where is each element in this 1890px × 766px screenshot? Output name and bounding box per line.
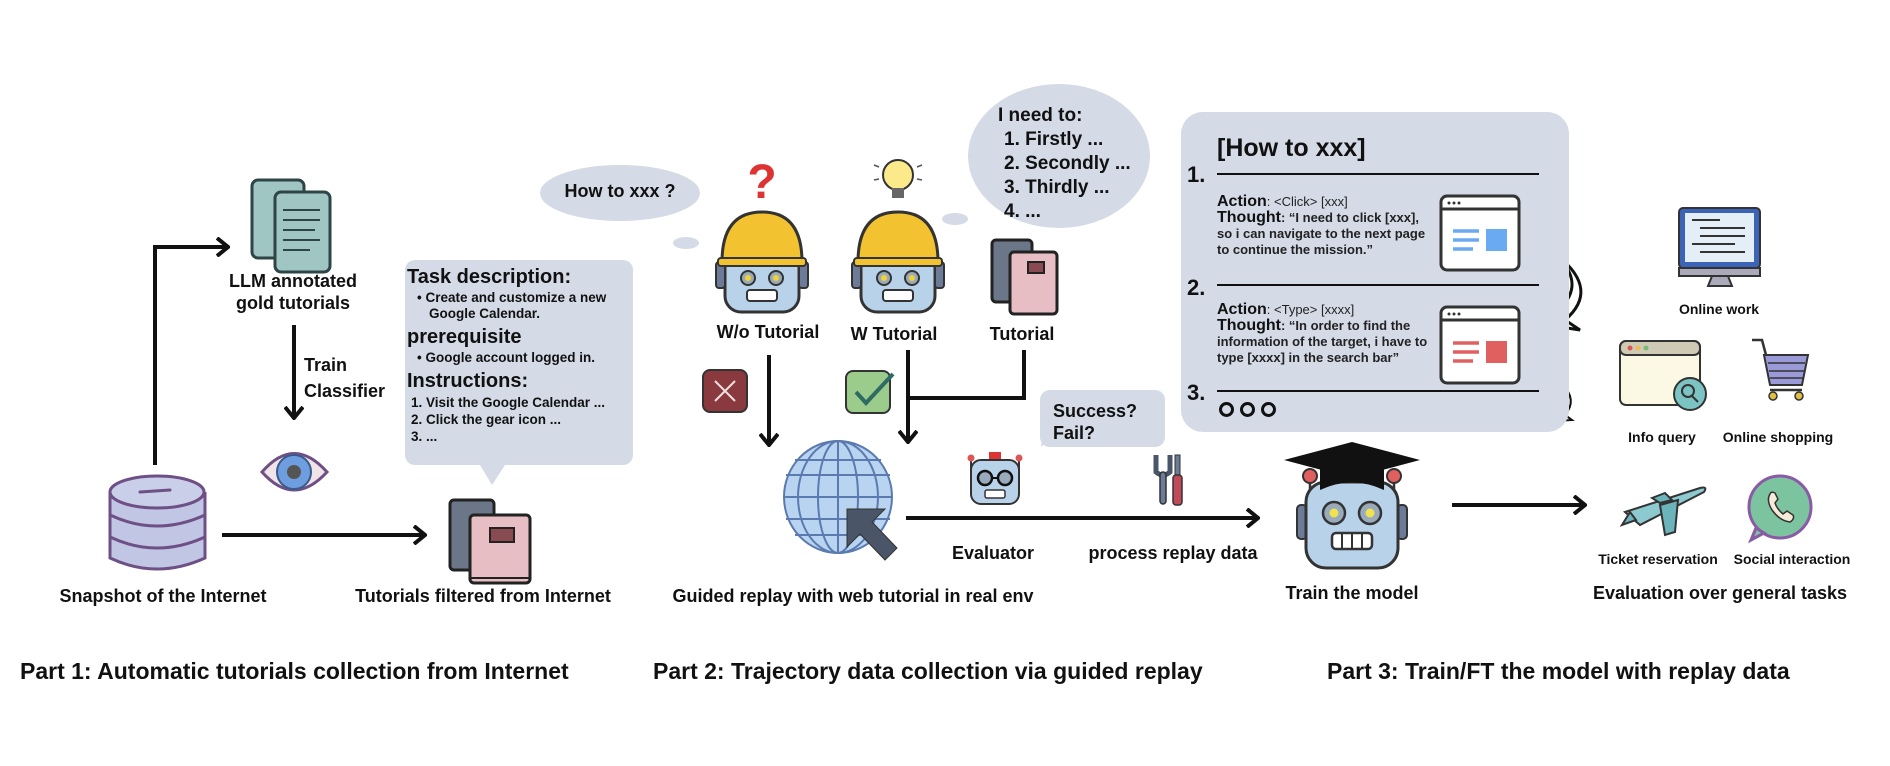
train-classifier-label-line2: Classifier [304,381,386,401]
train-classifier-label-line1: Train [304,355,348,375]
tutorial-books-icon [990,238,1059,316]
task-item: • Create and customize a new Google Cale… [417,290,607,321]
guided-replay-label: Guided replay with web tutorial in real … [672,586,1034,606]
with-tutorial-label: W Tutorial [850,324,938,344]
process-replay-label: process replay data [1088,543,1258,563]
plan-step: 1. Firstly ... [1004,129,1104,150]
train-model-label: Train the model [1285,583,1419,603]
step-1-content: Action: <Click> [xxx] Thought: “I need t… [1217,193,1426,258]
evaluator-label: Evaluator [951,543,1035,563]
instruction-item: 1. Visit the Google Calendar ... [411,395,606,410]
connector-tutorial [910,350,1026,400]
step-divider [1217,390,1539,392]
part2-title: Part 2: Trajectory data collection via g… [653,658,1203,684]
prereq-heading: prerequisite [407,326,522,348]
tools-icon [1153,454,1183,506]
task-description-box: Task description: • Create and customize… [405,260,633,465]
online-work-icon [1678,207,1761,287]
social-interaction-icon [1747,474,1813,544]
success-question: Success? [1053,401,1138,421]
evaluator-speech-bubble: Success? Fail? [1040,390,1165,447]
step-number: 3. [1187,380,1206,405]
plan-step: 2. Secondly ... [1004,153,1131,174]
prereq-item: • Google account logged in. [417,350,595,365]
train-classifier-label: Train Classifier [304,352,385,404]
filtered-tutorials-label: Tutorials filtered from Internet [355,586,611,606]
online-shopping-label: Online shopping [1722,429,1834,445]
webpage-red-icon [1439,305,1521,385]
evaluator-robot-icon [967,452,1023,505]
books-icon [448,498,532,585]
how-to-thought: How to xxx ? [564,181,676,201]
robot-without-tutorial-icon: ? [715,156,809,314]
instructions-heading: Instructions: [407,370,529,392]
database-icon [108,474,207,571]
task-box-tail [480,465,505,485]
step-number: 1. [1187,162,1206,187]
step-number: 2. [1187,275,1206,300]
tutorial-label: Tutorial [989,324,1055,344]
plan-heading: I need to: [998,105,1083,126]
graduate-robot-icon [1284,442,1420,570]
online-shopping-icon [1752,338,1810,401]
step-divider [1217,284,1539,286]
task-heading: Task description: [407,266,572,288]
lightbulb-icon [873,159,923,198]
success-icon [845,370,895,414]
tutorial-trajectory-panel: [How to xxx] 1. Action: <Click> [xxx] Th… [1181,112,1569,432]
snapshot-label: Snapshot of the Internet [59,586,267,606]
more-steps-ellipsis [1219,402,1282,422]
globe-icon [783,440,898,561]
info-query-label: Info query [1628,429,1696,445]
gold-tutorials-label: LLM annotated gold tutorials [229,270,357,314]
without-tutorial-label: W/o Tutorial [716,322,820,342]
step-divider [1217,173,1539,175]
plan-step: 3. Thirdly ... [1004,177,1110,198]
tutorial-panel-title: [How to xxx] [1217,134,1366,162]
plan-step: 4. ... [1004,201,1041,222]
gold-tutorials-label-line2: gold tutorials [236,293,350,313]
eye-icon [260,452,330,492]
info-query-icon [1619,340,1707,411]
gold-tutorials-icon [250,178,332,274]
evaluation-label: Evaluation over general tasks [1592,583,1848,603]
part3-title: Part 3: Train/FT the model with replay d… [1327,658,1790,684]
gold-tutorials-label-line1: LLM annotated [229,271,357,291]
online-work-label: Online work [1678,301,1760,317]
fail-icon [702,369,748,413]
part1-title: Part 1: Automatic tutorials collection f… [20,658,569,684]
svg-text:?: ? [747,156,776,209]
instruction-item: 3. ... [411,429,438,444]
social-interaction-label: Social interaction [1733,551,1851,567]
plan-thought: I need to: 1. Firstly ... 2. Secondly ..… [998,104,1131,224]
webpage-blue-icon [1439,194,1521,272]
arrow-to-gold-tutorials [153,247,228,465]
robot-with-tutorial-icon [851,159,945,314]
ticket-reservation-label: Ticket reservation [1598,551,1718,567]
ticket-reservation-icon [1619,486,1707,537]
fail-question: Fail? [1053,423,1096,443]
step-2-content: Action: <Type> [xxxx] Thought: “In order… [1217,301,1428,366]
instruction-item: 2. Click the gear icon ... [411,412,562,427]
diagram-canvas: ? [108,84,1813,585]
